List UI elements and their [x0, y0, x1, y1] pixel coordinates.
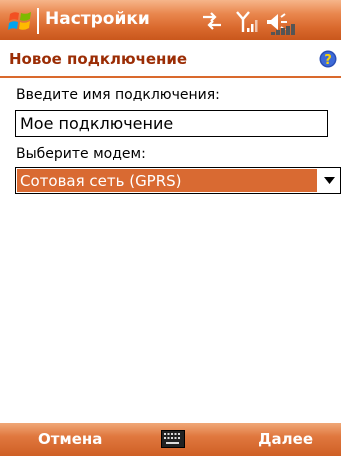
softkey-bar: Отмена Далее	[0, 423, 341, 456]
windows-flag-icon[interactable]	[6, 8, 36, 34]
app-title: Настройки	[45, 9, 150, 29]
dropdown-arrow-icon[interactable]	[318, 168, 340, 193]
svg-text:?: ?	[324, 53, 332, 68]
page-header: Новое подключение ?	[0, 40, 341, 78]
help-icon[interactable]: ?	[319, 50, 337, 68]
modem-select[interactable]: Сотовая сеть (GPRS)	[15, 167, 341, 194]
title-separator	[37, 8, 39, 34]
page-title: Новое подключение	[9, 50, 188, 68]
connection-name-input[interactable]	[15, 110, 328, 137]
data-connection-icon[interactable]	[201, 12, 223, 30]
volume-icon[interactable]	[265, 10, 305, 36]
modem-label: Выберите модем:	[16, 146, 146, 162]
keyboard-icon[interactable]	[161, 430, 185, 448]
modem-selected-value: Сотовая сеть (GPRS)	[17, 169, 317, 192]
connection-name-label: Введите имя подключения:	[16, 87, 220, 103]
title-bar: Настройки	[0, 0, 341, 40]
cancel-button[interactable]: Отмена	[38, 423, 102, 456]
status-icons	[201, 6, 321, 36]
next-button[interactable]: Далее	[258, 423, 313, 456]
signal-strength-icon[interactable]	[235, 10, 259, 34]
